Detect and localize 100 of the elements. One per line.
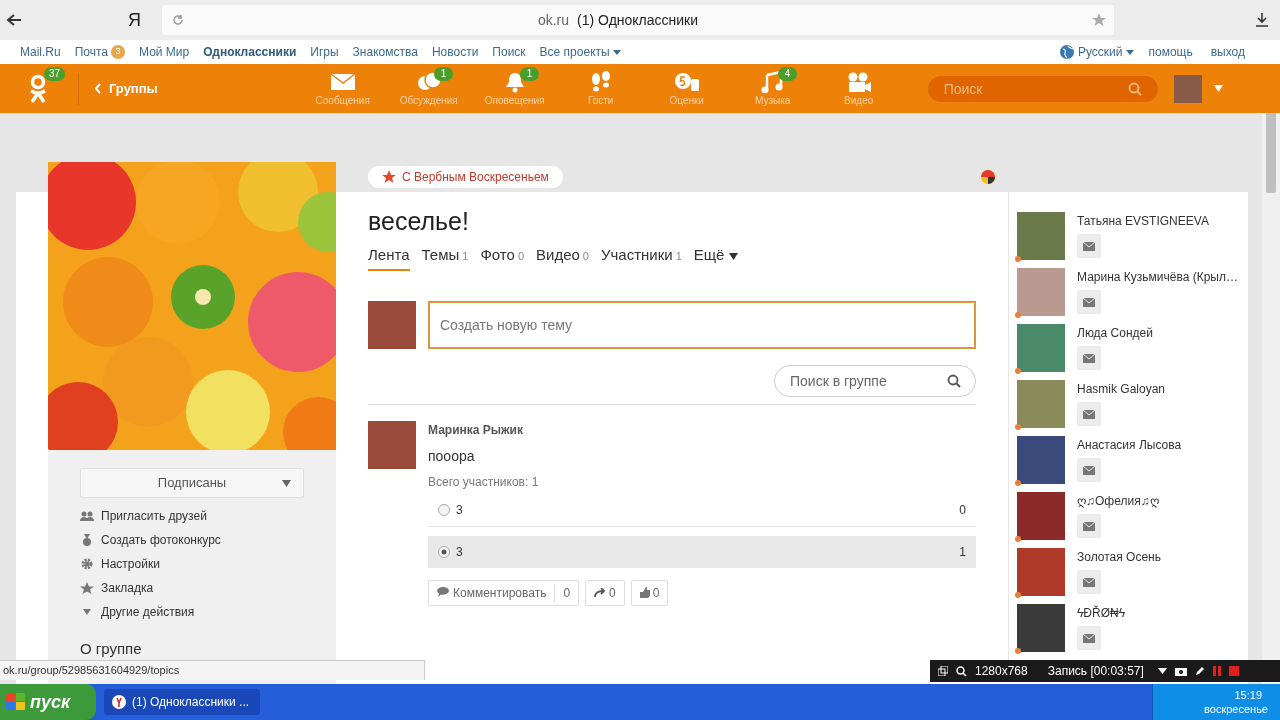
back-arrow-icon[interactable] <box>6 13 22 27</box>
portal-link[interactable]: Игры <box>310 43 339 61</box>
message-button[interactable] <box>1077 458 1101 482</box>
language-selector[interactable]: Русский <box>1059 43 1135 61</box>
poll-option[interactable]: 3 1 <box>428 535 976 568</box>
search-icon[interactable] <box>947 373 961 388</box>
friend-name-link[interactable]: Hasmik Galoyan <box>1077 380 1166 398</box>
friend-name-link[interactable]: Марина Кузьмичёва (Крыл… <box>1077 268 1238 286</box>
taskbar-window-button[interactable]: (1) Одноклассники ... <box>104 689 260 715</box>
sidebar-action-link[interactable]: Другие действия <box>80 600 336 624</box>
portal-link[interactable]: Все проекты <box>539 43 621 61</box>
poll-option[interactable]: 3 0 <box>428 494 976 527</box>
download-icon[interactable] <box>1256 13 1268 27</box>
portal-link[interactable]: Мой Мир <box>139 43 190 61</box>
people-icon <box>80 510 94 522</box>
portal-link[interactable]: Знакомства <box>352 43 418 61</box>
page-title: (1) Одноклассники <box>577 10 699 30</box>
subscribed-dropdown[interactable]: Подписаны <box>80 468 304 498</box>
envelope-icon <box>1083 241 1095 251</box>
group-tab[interactable]: Ещё <box>693 244 739 271</box>
friend-name-link[interactable]: ϟĐŘØ₦ϟ <box>1077 604 1126 622</box>
message-button[interactable] <box>1077 626 1101 650</box>
count-badge: 37 <box>44 66 66 81</box>
recording-timer: Запись [00:03:57] <box>1047 663 1144 680</box>
logout-link[interactable]: выход <box>1210 43 1245 61</box>
group-tab[interactable]: Участники 1 <box>600 244 682 271</box>
clock-time: 15:19 <box>1234 688 1263 702</box>
message-button[interactable] <box>1077 234 1101 258</box>
group-tab[interactable]: Темы 1 <box>421 244 469 271</box>
rating-badge-icon <box>673 70 700 93</box>
sidebar-action-link[interactable]: Настройки <box>80 552 336 576</box>
browser-logo: Я <box>128 8 142 32</box>
envelope-icon <box>1083 353 1095 363</box>
stop-icon[interactable] <box>1228 666 1239 676</box>
dropdown-caret-icon[interactable] <box>1157 668 1167 674</box>
new-topic-field[interactable]: Создать новую тему <box>428 300 976 349</box>
group-tab[interactable]: Фото 0 <box>480 244 524 271</box>
share-button[interactable]: 0 <box>585 579 625 606</box>
message-button[interactable] <box>1077 514 1101 538</box>
message-button[interactable] <box>1077 290 1101 314</box>
message-button[interactable] <box>1077 346 1101 370</box>
author-link[interactable]: Маринка Рыжик <box>428 420 976 439</box>
friend-name-link[interactable]: Анастасия Лысова <box>1077 436 1182 454</box>
comment-button[interactable]: Комментировать 0 <box>428 579 580 606</box>
search-field[interactable]: Поиск <box>927 75 1158 102</box>
radio-button-icon <box>438 545 450 558</box>
envelope-icon <box>1083 409 1095 419</box>
scrollbar[interactable] <box>1262 113 1280 684</box>
settings-icon <box>80 558 94 570</box>
portal-link[interactable]: Новости <box>431 43 479 61</box>
search-icon <box>956 665 967 677</box>
group-search-field[interactable]: Поиск в группе <box>774 364 976 397</box>
count-badge: 1 <box>519 66 540 81</box>
message-button[interactable] <box>1077 402 1101 426</box>
friend-name-link[interactable]: Золотая Осень <box>1077 548 1161 566</box>
start-button[interactable]: пуск <box>0 684 96 720</box>
portal-link[interactable]: Почта 3 <box>74 43 125 61</box>
status-url: ok.ru/group/52985631604929/topics <box>0 660 425 680</box>
caret-icon <box>612 49 621 55</box>
sidebar-action-link[interactable]: Закладка <box>80 576 336 600</box>
sidebar-action-link[interactable]: Пригласить друзей <box>80 504 336 528</box>
message-button[interactable] <box>1077 570 1101 594</box>
address-bar[interactable]: ok.ru (1) Одноклассники <box>162 5 1114 35</box>
portal-link[interactable]: Одноклассники <box>203 43 297 61</box>
like-button[interactable]: 0 <box>630 579 669 606</box>
pencil-icon[interactable] <box>1194 666 1205 676</box>
envelope-icon <box>1083 297 1095 307</box>
group-tab[interactable]: Видео 0 <box>536 244 589 271</box>
friend-name-link[interactable]: Татьяна EVSTIGNEEVA <box>1077 212 1209 230</box>
section-heading: О группе <box>80 639 143 659</box>
group-tab[interactable]: Лента <box>368 244 410 271</box>
address-domain: ok.ru <box>537 10 570 30</box>
recorder-resolution: 1280x768 <box>975 663 1028 680</box>
medal-icon <box>80 534 94 546</box>
windows-logo-icon <box>6 693 26 711</box>
pause-icon[interactable] <box>1212 666 1221 676</box>
portal-link[interactable]: Mail.Ru <box>20 43 61 61</box>
star-icon <box>382 170 396 184</box>
speech-bubble-icon <box>437 587 449 598</box>
chevron-left-icon <box>95 83 101 94</box>
radio-button-icon <box>438 504 450 516</box>
envelope-icon <box>1083 577 1095 587</box>
envelope-icon <box>1083 633 1095 643</box>
holiday-banner[interactable]: С Вербным Воскресеньем <box>368 166 563 188</box>
globe-icon <box>1059 45 1074 59</box>
star-icon[interactable] <box>1092 13 1106 27</box>
help-link[interactable]: помощь <box>1148 43 1193 61</box>
dropdown-caret-icon <box>729 253 739 260</box>
clock-day: воскресенье <box>1204 702 1268 716</box>
camera-icon[interactable] <box>1174 666 1187 676</box>
sidebar-action-link[interactable]: Создать фотоконкурс <box>80 528 336 552</box>
ok-logo-icon <box>28 73 48 104</box>
browser-app-icon <box>112 695 126 709</box>
caret-icon <box>1126 49 1135 55</box>
reload-icon <box>172 14 184 26</box>
portal-link[interactable]: Поиск <box>492 43 526 61</box>
friend-name-link[interactable]: ღ♫Офелия♫ღ <box>1077 492 1159 510</box>
envelope-icon <box>1083 521 1095 531</box>
friend-name-link[interactable]: Люда Сондей <box>1077 324 1153 342</box>
avatar-photo[interactable] <box>1173 74 1202 103</box>
